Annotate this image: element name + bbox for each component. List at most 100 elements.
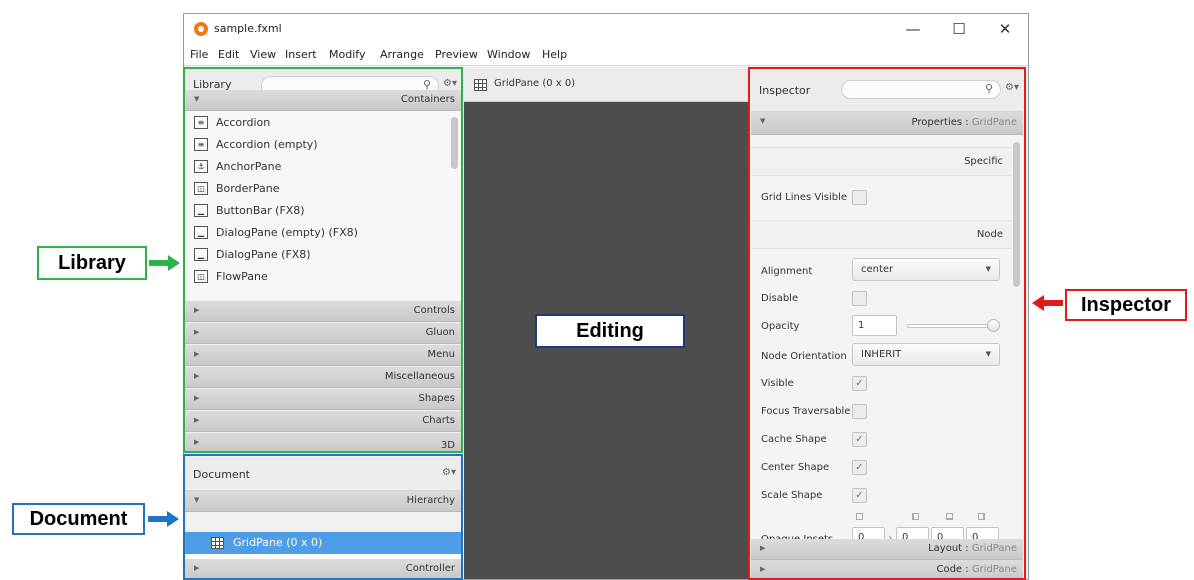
inspector-subheader-specific: Specific — [751, 147, 1011, 176]
document-gear-icon[interactable]: ⚙▾ — [442, 467, 456, 478]
inspector-section-properties[interactable]: ▼ Properties : GridPane — [751, 112, 1023, 135]
library-item[interactable]: ▁ DialogPane (FX8) — [185, 244, 455, 266]
editing-callout: Editing — [535, 314, 685, 348]
library-arrow — [149, 260, 169, 266]
library-section-charts[interactable]: ▶ Charts — [185, 411, 461, 432]
scene-builder-app-icon — [194, 22, 208, 36]
menu-view[interactable]: View — [250, 48, 276, 61]
library-item[interactable]: ≡ Accordion — [185, 112, 455, 134]
prop-label-cache-shape: Cache Shape — [761, 434, 827, 445]
menu-insert[interactable]: Insert — [285, 48, 317, 61]
library-section-menu[interactable]: ▶ Menu — [185, 345, 461, 366]
collapsed-triangle-icon: ▶ — [760, 565, 766, 573]
document-title: Document — [193, 468, 250, 481]
library-section-controls[interactable]: ▶ Controls — [185, 301, 461, 322]
library-item-label: FlowPane — [216, 270, 268, 283]
library-item[interactable]: ◫ FlowPane — [185, 266, 455, 288]
editing-breadcrumb[interactable]: GridPane (0 x 0) — [494, 78, 575, 89]
collapsed-triangle-icon: ▶ — [194, 394, 200, 402]
section-target: GridPane — [971, 564, 1017, 575]
inspector-section-layout[interactable]: ▶ Layout : GridPane — [751, 539, 1023, 560]
collapsed-triangle-icon: ▶ — [194, 350, 200, 358]
inspector-header: Inspector ⚲ ⚙▾ — [751, 69, 1023, 112]
title-bar: sample.fxml — ☐ ✕ — [184, 14, 1028, 44]
document-section-controller[interactable]: ▶ Controller — [185, 559, 461, 579]
menu-edit[interactable]: Edit — [218, 48, 239, 61]
opacity-slider-track[interactable] — [907, 324, 997, 328]
collapsed-triangle-icon: ▶ — [194, 416, 200, 424]
editing-breadcrumb-bar: GridPane (0 x 0) — [464, 69, 748, 102]
library-item[interactable]: ▁ ButtonBar (FX8) — [185, 200, 455, 222]
checkbox-visible[interactable]: ✓ — [852, 376, 867, 391]
section-label: Layout : — [928, 543, 972, 554]
checkbox-disable[interactable] — [852, 291, 867, 306]
menu-preview[interactable]: Preview — [435, 48, 478, 61]
accordion-icon: ≡ — [194, 138, 208, 151]
document-section-hierarchy[interactable]: ▼ Hierarchy — [185, 491, 461, 512]
flow-pane-icon: ◫ — [194, 270, 208, 283]
library-section-shapes[interactable]: ▶ Shapes — [185, 389, 461, 410]
section-target: GridPane — [971, 117, 1017, 128]
expanded-triangle-icon: ▼ — [194, 496, 200, 504]
checkbox-cache-shape[interactable]: ✓ — [852, 432, 867, 447]
dialog-pane-icon: ▁ — [194, 248, 208, 261]
maximize-button[interactable]: ☐ — [936, 14, 982, 44]
inspector-section-code[interactable]: ▶ Code : GridPane — [751, 560, 1023, 579]
section-label: Menu — [427, 349, 455, 360]
hierarchy-row-selected[interactable]: GridPane (0 x 0) — [185, 532, 461, 554]
prop-label-opacity: Opacity — [761, 321, 800, 332]
inspector-scrollbar[interactable] — [1013, 142, 1020, 287]
node-orientation-combo[interactable]: INHERIT ▼ — [852, 343, 1000, 366]
close-button[interactable]: ✕ — [982, 14, 1028, 44]
menu-bar: File Edit View Insert Modify Arrange Pre… — [184, 44, 1028, 66]
library-section-miscellaneous[interactable]: ▶ Miscellaneous — [185, 367, 461, 388]
section-label: Gluon — [425, 327, 455, 338]
library-section-gluon[interactable]: ▶ Gluon — [185, 323, 461, 344]
library-gear-icon[interactable]: ⚙▾ — [443, 78, 457, 89]
document-callout: Document — [12, 503, 145, 535]
section-label: Controls — [413, 305, 455, 316]
checkbox-scale-shape[interactable]: ✓ — [852, 488, 867, 503]
inspector-title: Inspector — [759, 84, 811, 97]
inset-right-icon — [912, 513, 919, 520]
inset-bottom-icon — [946, 513, 953, 520]
button-bar-icon: ▁ — [194, 204, 208, 217]
menu-window[interactable]: Window — [487, 48, 530, 61]
library-item[interactable]: ≡ Accordion (empty) — [185, 134, 455, 156]
hierarchy-item-label: GridPane (0 x 0) — [233, 536, 323, 549]
library-item-label: BorderPane — [216, 182, 280, 195]
menu-file[interactable]: File — [190, 48, 208, 61]
library-scrollbar[interactable] — [451, 117, 458, 169]
library-item[interactable]: ⚓ AnchorPane — [185, 156, 455, 178]
opacity-slider-thumb[interactable] — [987, 319, 1000, 332]
checkbox-grid-lines-visible[interactable] — [852, 190, 867, 205]
expanded-triangle-icon: ▼ — [760, 117, 766, 125]
library-section-3d[interactable]: ▶ 3D — [185, 433, 461, 452]
document-arrow — [148, 516, 168, 522]
inspector-gear-icon[interactable]: ⚙▾ — [1005, 82, 1019, 93]
collapsed-triangle-icon: ▶ — [194, 328, 200, 336]
checkbox-focus-traversable[interactable] — [852, 404, 867, 419]
library-item[interactable]: ▁ DialogPane (empty) (FX8) — [185, 222, 455, 244]
section-label: Containers — [400, 94, 455, 105]
prop-label-focus-traversable: Focus Traversable — [761, 406, 851, 417]
prop-label-center-shape: Center Shape — [761, 462, 830, 473]
opacity-field[interactable]: 1 — [852, 315, 897, 336]
inspector-callout: Inspector — [1065, 289, 1187, 321]
checkbox-center-shape[interactable]: ✓ — [852, 460, 867, 475]
collapsed-triangle-icon: ▶ — [194, 306, 200, 314]
accordion-icon: ≡ — [194, 116, 208, 129]
section-label: Code : — [936, 564, 972, 575]
inspector-search-input[interactable]: ⚲ — [841, 80, 1001, 99]
minimize-button[interactable]: — — [890, 14, 936, 44]
section-label: Properties : — [911, 117, 972, 128]
library-item[interactable]: ◫ BorderPane — [185, 178, 455, 200]
alignment-value: center — [861, 264, 894, 275]
app-window: sample.fxml — ☐ ✕ File Edit View Insert … — [183, 13, 1029, 580]
alignment-combo[interactable]: center ▼ — [852, 258, 1000, 281]
menu-modify[interactable]: Modify — [329, 48, 365, 61]
menu-arrange[interactable]: Arrange — [380, 48, 424, 61]
menu-help[interactable]: Help — [542, 48, 567, 61]
search-icon: ⚲ — [984, 82, 993, 95]
library-section-containers[interactable]: ▼ Containers — [185, 90, 461, 111]
